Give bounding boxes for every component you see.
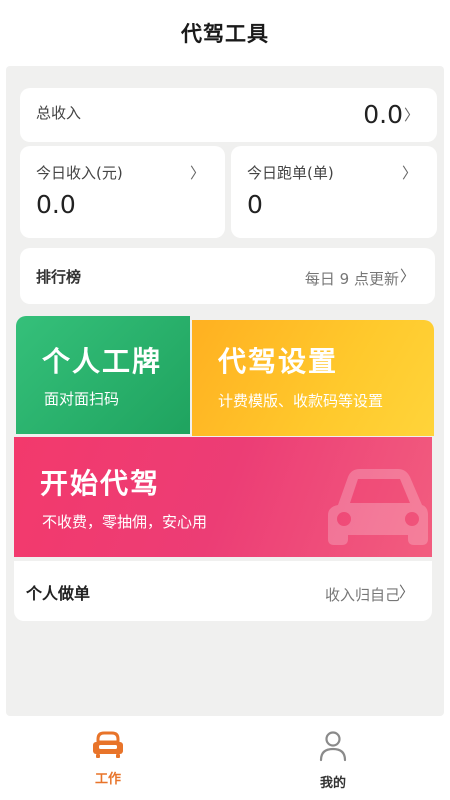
driving-settings-tile[interactable]: 代驾设置 计费模版、收款码等设置 bbox=[192, 320, 434, 436]
ranking-update-note: 每日 9 点更新 bbox=[304, 270, 399, 288]
ranking-row[interactable]: 排行榜 每日 9 点更新 〉 bbox=[20, 248, 435, 304]
today-runs-value: 0 bbox=[247, 190, 263, 219]
bottom-tab-bar: 工作 我的 bbox=[0, 716, 450, 800]
personal-order-label: 个人做单 bbox=[26, 584, 91, 603]
total-income-label: 总收入 bbox=[36, 104, 82, 122]
start-driving-title: 开始代驾 bbox=[40, 467, 161, 500]
chevron-right-icon: 〉 bbox=[399, 267, 415, 285]
personal-badge-tile[interactable]: 个人工牌 面对面扫码 bbox=[16, 316, 190, 434]
chevron-right-icon: 〉 bbox=[189, 164, 205, 182]
today-income-card[interactable]: 今日收入(元) 0.0 〉 bbox=[20, 146, 225, 238]
driving-settings-title: 代驾设置 bbox=[218, 345, 339, 378]
today-runs-card[interactable]: 今日跑单(单) 0 〉 bbox=[231, 146, 437, 238]
total-income-card[interactable]: 总收入 0.0 〉 bbox=[20, 88, 437, 142]
car-seat-icon bbox=[93, 731, 123, 758]
chevron-right-icon: 〉 bbox=[398, 583, 414, 601]
tab-work[interactable]: 工作 bbox=[63, 730, 153, 800]
tab-work-label: 工作 bbox=[94, 772, 121, 787]
page-title: 代驾工具 bbox=[181, 22, 269, 46]
ranking-label: 排行榜 bbox=[36, 268, 82, 286]
today-income-value: 0.0 bbox=[36, 190, 76, 219]
total-income-value: 0.0 bbox=[363, 100, 403, 129]
today-runs-label: 今日跑单(单) bbox=[247, 164, 334, 182]
personal-order-note: 收入归自己 bbox=[324, 586, 400, 604]
today-income-label: 今日收入(元) bbox=[36, 164, 123, 182]
start-driving-subtitle: 不收费，零抽佣，安心用 bbox=[42, 513, 208, 531]
car-icon bbox=[328, 469, 428, 545]
personal-order-row[interactable]: 个人做单 收入归自己 〉 bbox=[14, 561, 432, 621]
app-header: 代驾工具 bbox=[0, 0, 450, 66]
chevron-right-icon: 〉 bbox=[403, 106, 419, 124]
personal-badge-subtitle: 面对面扫码 bbox=[44, 390, 120, 408]
start-driving-tile[interactable]: 开始代驾 不收费，零抽佣，安心用 bbox=[14, 437, 432, 557]
driving-settings-subtitle: 计费模版、收款码等设置 bbox=[218, 392, 384, 410]
tab-mine[interactable]: 我的 bbox=[288, 730, 378, 800]
tab-mine-label: 我的 bbox=[319, 776, 346, 791]
personal-badge-title: 个人工牌 bbox=[42, 345, 163, 378]
chevron-right-icon: 〉 bbox=[401, 164, 417, 182]
person-icon bbox=[319, 731, 347, 762]
